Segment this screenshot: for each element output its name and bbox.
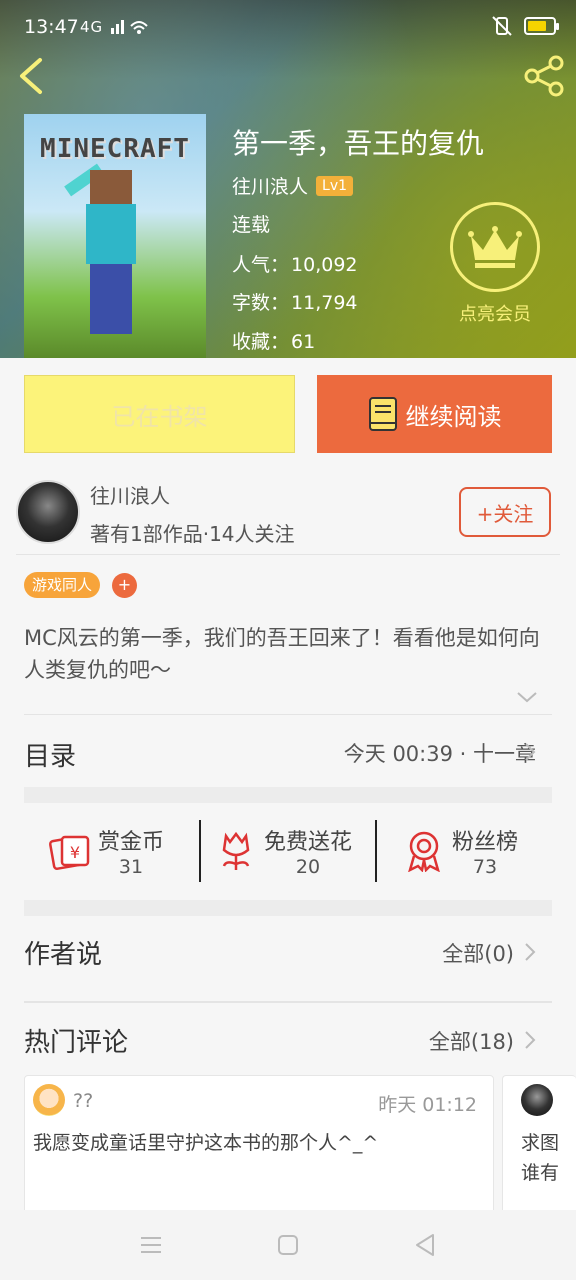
- free-flower-value: 20: [295, 856, 321, 878]
- author-says-title[interactable]: 作者说: [24, 934, 102, 971]
- words-value: 11,794: [291, 292, 358, 314]
- book-header: 13:47 4G MINECRAFT 第一季，吾王的复仇 往川浪人 Lv1 连载…: [0, 0, 576, 358]
- reward-coin-label: 赏金币: [98, 830, 165, 855]
- favorites-value: 61: [291, 331, 316, 353]
- book-author-line: 往川浪人 Lv1: [232, 172, 354, 199]
- favorites-label: 收藏：: [232, 331, 290, 353]
- hot-comments-title[interactable]: 热门评论: [24, 1022, 128, 1059]
- book-author[interactable]: 往川浪人: [232, 172, 308, 199]
- network-type: 4G: [80, 18, 104, 36]
- expand-description-icon[interactable]: [516, 690, 538, 704]
- author-says-all[interactable]: 全部(0): [442, 938, 514, 968]
- vibrate-off-icon: [492, 16, 512, 36]
- continue-reading-button[interactable]: 继续阅读: [317, 375, 552, 453]
- author-level-badge: Lv1: [316, 175, 354, 196]
- author-card-name: 往川浪人: [90, 484, 170, 508]
- battery-icon: [524, 17, 559, 35]
- book-status: 连载: [232, 214, 271, 236]
- catalog-title[interactable]: 目录: [24, 736, 76, 773]
- add-tag-button[interactable]: +: [112, 573, 137, 598]
- commenter-avatar[interactable]: [521, 1084, 553, 1116]
- fan-ranking-value: 73: [472, 856, 498, 878]
- divider: [24, 1001, 552, 1003]
- fan-ranking-label: 粉丝榜: [452, 830, 519, 855]
- comment-text-line: 谁有: [521, 1162, 560, 1184]
- comment-time: 昨天 01:12: [378, 1094, 477, 1116]
- hot-comments-all[interactable]: 全部(18): [429, 1026, 514, 1056]
- svg-text:¥: ¥: [70, 843, 80, 862]
- divider: [375, 820, 377, 882]
- author-card-works: 著有1部作品·14人关注: [90, 522, 295, 546]
- words-label: 字数：: [232, 292, 290, 314]
- back-nav-icon[interactable]: [412, 1232, 438, 1258]
- commenter-avatar[interactable]: [33, 1084, 65, 1116]
- flower-icon: [222, 831, 250, 870]
- book-title: 第一季，吾王的复仇: [232, 127, 485, 160]
- chevron-right-icon[interactable]: [524, 942, 536, 962]
- ribbon-icon: [408, 831, 440, 872]
- fan-ranking-item[interactable]: 粉丝榜 73: [404, 818, 518, 884]
- commenter-name: ??: [73, 1090, 94, 1112]
- follow-button[interactable]: +关注: [459, 487, 551, 537]
- back-icon[interactable]: [14, 56, 50, 96]
- in-shelf-button[interactable]: 已在书架: [24, 375, 295, 453]
- book-favorites: 收藏： 61: [232, 327, 315, 354]
- author-card[interactable]: 往川浪人 著有1部作品·14人关注 +关注: [0, 472, 576, 556]
- section-gap: [24, 787, 552, 803]
- divider: [199, 820, 201, 882]
- free-flower-item[interactable]: 免费送花 20: [218, 818, 352, 884]
- crown-icon: [450, 202, 540, 292]
- divider: [24, 714, 552, 715]
- system-nav-bar: [0, 1210, 576, 1280]
- comment-text: 我愿变成童话里守护这本书的那个人^_^: [33, 1132, 379, 1154]
- continue-reading-label: 继续阅读: [405, 402, 502, 431]
- home-icon[interactable]: [275, 1232, 301, 1258]
- catalog-latest[interactable]: 今天 00:39 · 十一章: [344, 738, 536, 768]
- vip-label: 点亮会员: [459, 304, 531, 325]
- chevron-right-icon[interactable]: [524, 742, 536, 762]
- popularity-value: 10,092: [291, 254, 358, 276]
- menu-icon[interactable]: [138, 1232, 164, 1258]
- section-gap: [24, 900, 552, 916]
- book-description: MC风云的第一季，我们的吾王回来了！看看他是如何向人类复仇的吧～: [24, 626, 540, 682]
- status-icons: [490, 16, 559, 36]
- book-cover[interactable]: MINECRAFT: [24, 114, 206, 358]
- signal-icon: 4G: [80, 18, 153, 36]
- status-bar: 13:47 4G: [0, 0, 576, 46]
- tag-game-fanfic[interactable]: 游戏同人: [24, 572, 101, 598]
- comment-text: 求图 谁有: [521, 1128, 576, 1188]
- book-word-count: 字数： 11,794: [232, 288, 358, 315]
- popularity-label: 人气：: [232, 254, 290, 276]
- vip-button[interactable]: 点亮会员: [450, 202, 540, 326]
- share-icon[interactable]: [522, 54, 566, 98]
- reward-coin-item[interactable]: ¥ 赏金币 31: [48, 818, 164, 884]
- reward-coin-value: 31: [118, 856, 144, 878]
- book-icon: [368, 397, 397, 431]
- divider: [16, 554, 560, 555]
- free-flower-label: 免费送花: [264, 830, 353, 855]
- author-avatar[interactable]: [16, 480, 80, 544]
- reward-coin-icon: ¥: [49, 835, 90, 870]
- status-time: 13:47: [24, 16, 79, 38]
- comment-card[interactable]: ?? 昨天 01:12 我愿变成童话里守护这本书的那个人^_^: [24, 1075, 494, 1215]
- book-popularity: 人气： 10,092: [232, 250, 358, 277]
- comment-card[interactable]: 求图 谁有: [502, 1075, 576, 1215]
- chevron-right-icon[interactable]: [524, 1030, 536, 1050]
- comment-text-line: 求图: [521, 1132, 560, 1154]
- cover-logo: MINECRAFT: [40, 134, 190, 164]
